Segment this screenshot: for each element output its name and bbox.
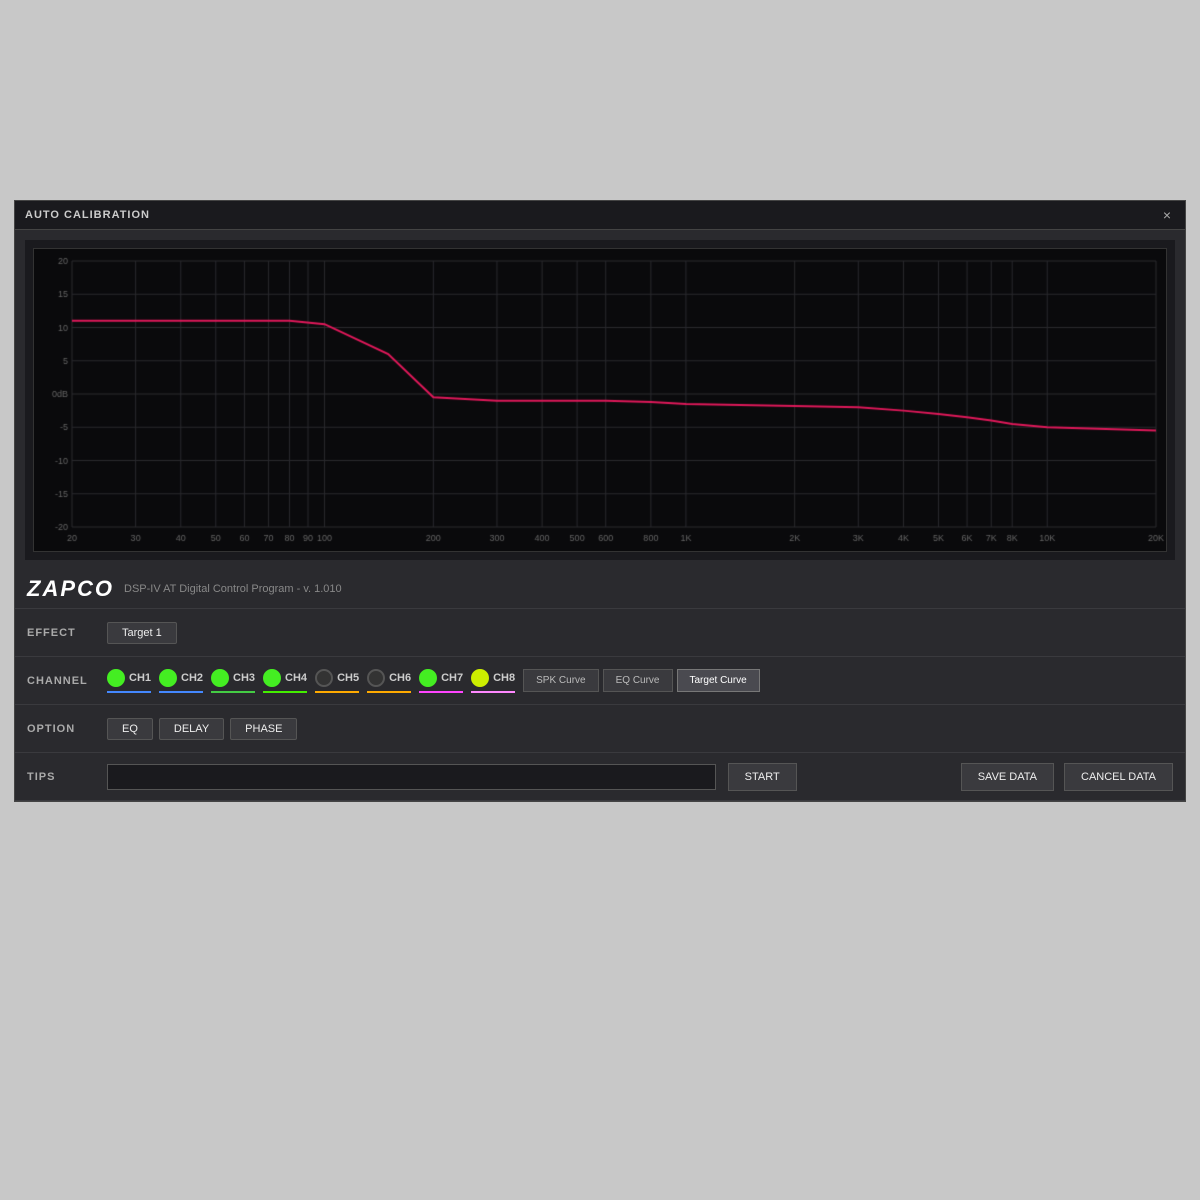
chart-inner [33,248,1167,552]
channel-label-ch2: CH2 [181,672,203,684]
channel-row: CHANNEL CH1 CH2 CH3 CH4 CH5 CH6 CH7 CH8 SPK Cur… [15,657,1185,705]
channel-item-ch8[interactable]: CH8 [471,669,515,693]
chart-container [25,240,1175,560]
option-btn-phase[interactable]: PHASE [230,718,297,740]
channel-dot-ch6[interactable] [367,669,385,687]
channel-dot-ch8[interactable] [471,669,489,687]
tips-label: TIPS [27,771,107,783]
channel-item-ch6[interactable]: CH6 [367,669,411,693]
channel-underline-ch3 [211,691,255,693]
option-btn-delay[interactable]: DELAY [159,718,224,740]
channel-dot-ch4[interactable] [263,669,281,687]
channel-dot-ch5[interactable] [315,669,333,687]
channel-label-ch1: CH1 [129,672,151,684]
curve-buttons: SPK CurveEQ CurveTarget Curve [523,669,760,692]
channel-item-ch7[interactable]: CH7 [419,669,463,693]
channel-underline-ch5 [315,691,359,693]
channel-list: CH1 CH2 CH3 CH4 CH5 CH6 CH7 CH8 [107,669,515,693]
tips-inner: START [107,763,957,791]
eq-chart [34,249,1166,551]
channel-dot-ch3[interactable] [211,669,229,687]
channel-label-ch8: CH8 [493,672,515,684]
option-label: OPTION [27,723,107,735]
title-bar: AUTO CALIBRATION × [15,201,1185,230]
channel-dot-ch1[interactable] [107,669,125,687]
effect-label: EFFECT [27,627,107,639]
start-button[interactable]: START [728,763,797,791]
brand-bar: ZAPCO DSP-IV AT Digital Control Program … [15,570,1185,609]
effect-row: EFFECT Target 1 [15,609,1185,657]
option-buttons: EQ DELAY PHASE [107,718,297,740]
option-btn-eq[interactable]: EQ [107,718,153,740]
option-row: OPTION EQ DELAY PHASE [15,705,1185,753]
cancel-data-button[interactable]: CANCEL DATA [1064,763,1173,791]
channel-item-ch3[interactable]: CH3 [211,669,255,693]
brand-subtitle: DSP-IV AT Digital Control Program - v. 1… [124,583,342,595]
curve-btn-target-curve[interactable]: Target Curve [677,669,760,692]
channel-underline-ch2 [159,691,203,693]
channel-item-ch1[interactable]: CH1 [107,669,151,693]
curve-btn-eq-curve[interactable]: EQ Curve [603,669,673,692]
channel-label: CHANNEL [27,675,107,687]
channel-underline-ch6 [367,691,411,693]
channel-label-ch7: CH7 [441,672,463,684]
channel-underline-ch4 [263,691,307,693]
app-window: AUTO CALIBRATION × ZAPCO DSP-IV AT Digit… [14,200,1186,802]
channel-label-ch4: CH4 [285,672,307,684]
zapco-logo: ZAPCO [27,576,114,602]
effect-button[interactable]: Target 1 [107,622,177,644]
channel-underline-ch8 [471,691,515,693]
tips-input[interactable] [107,764,716,790]
channel-dot-ch7[interactable] [419,669,437,687]
channel-underline-ch1 [107,691,151,693]
window-title: AUTO CALIBRATION [25,209,150,221]
channel-label-ch3: CH3 [233,672,255,684]
curve-btn-spk-curve[interactable]: SPK Curve [523,669,598,692]
channel-item-ch2[interactable]: CH2 [159,669,203,693]
channel-underline-ch7 [419,691,463,693]
save-data-button[interactable]: SAVE DATA [961,763,1054,791]
right-buttons: SAVE DATA CANCEL DATA [957,763,1173,791]
channel-label-ch5: CH5 [337,672,359,684]
close-button[interactable]: × [1159,207,1175,223]
channel-item-ch4[interactable]: CH4 [263,669,307,693]
tips-row: TIPS START SAVE DATA CANCEL DATA [15,753,1185,801]
channel-label-ch6: CH6 [389,672,411,684]
channel-item-ch5[interactable]: CH5 [315,669,359,693]
channel-dot-ch2[interactable] [159,669,177,687]
